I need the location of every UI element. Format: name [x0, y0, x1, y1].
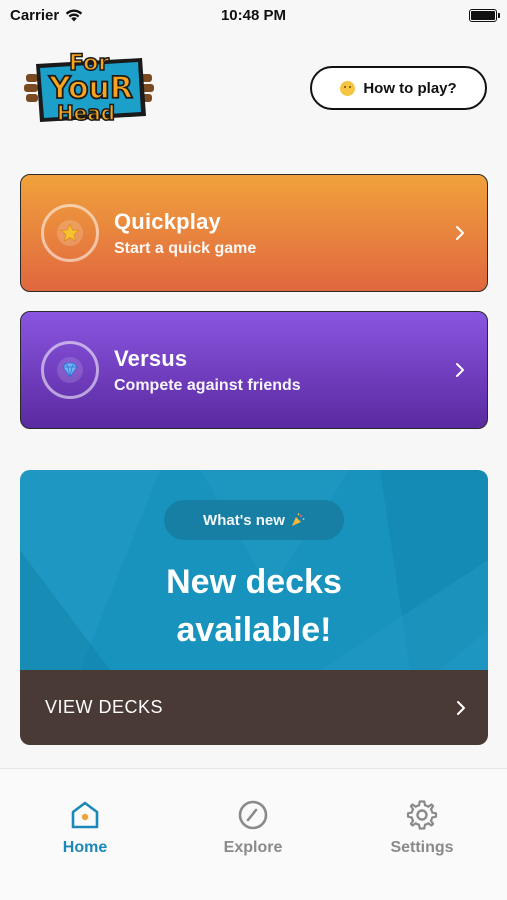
wifi-icon: [66, 9, 83, 21]
tab-explore[interactable]: Explore: [188, 799, 318, 857]
battery-icon: [469, 8, 500, 22]
party-popper-icon: [291, 513, 305, 526]
carrier-label: Carrier: [10, 6, 60, 24]
how-to-play-label: How to play?: [363, 79, 457, 97]
quickplay-subtitle: Start a quick game: [114, 239, 257, 257]
logo-text-head: Head: [57, 101, 115, 125]
tab-settings-label: Settings: [390, 839, 454, 856]
whats-new-label: What's new: [203, 511, 285, 529]
promo-headline: New decks available!: [20, 558, 488, 654]
chevron-right-icon: [457, 700, 465, 715]
whats-new-promo-card: What's new New decks available! VIEW DEC…: [20, 470, 488, 745]
promo-headline-line2: available!: [176, 611, 332, 649]
compass-icon: [238, 800, 268, 830]
how-to-play-button[interactable]: How to play?: [310, 66, 487, 110]
whats-new-badge: What's new: [164, 500, 344, 540]
status-left: Carrier: [10, 7, 83, 24]
versus-text: Versus Compete against friends: [114, 346, 301, 395]
quickplay-card[interactable]: Quickplay Start a quick game: [20, 174, 488, 292]
tab-settings[interactable]: Settings: [357, 799, 487, 857]
tab-home[interactable]: Home: [20, 799, 150, 857]
versus-subtitle: Compete against friends: [114, 376, 301, 394]
star-icon: [57, 220, 83, 246]
view-decks-button[interactable]: VIEW DECKS: [20, 670, 488, 745]
diamond-icon: [57, 357, 83, 383]
promo-banner: What's new New decks available!: [20, 470, 488, 670]
app-logo: For YouR Head: [24, 50, 154, 126]
status-bar: Carrier 10:48 PM: [0, 0, 507, 30]
tab-explore-label: Explore: [223, 839, 283, 856]
chevron-right-icon: [456, 363, 464, 377]
versus-card[interactable]: Versus Compete against friends: [20, 311, 488, 429]
tab-home-label: Home: [62, 839, 108, 856]
versus-icon-ring: [41, 341, 99, 399]
quickplay-title: Quickplay: [114, 208, 221, 234]
promo-headline-line1: New decks: [166, 563, 342, 601]
home-icon: [71, 801, 99, 829]
thinking-face-icon: [340, 80, 356, 96]
chevron-right-icon: [456, 226, 464, 240]
quickplay-icon-ring: [41, 204, 99, 262]
view-decks-label: VIEW DECKS: [45, 697, 164, 717]
versus-title: Versus: [114, 345, 188, 371]
gear-icon: [406, 800, 438, 830]
quickplay-text: Quickplay Start a quick game: [114, 209, 256, 258]
tab-bar: Home Explore Settings: [0, 768, 507, 900]
